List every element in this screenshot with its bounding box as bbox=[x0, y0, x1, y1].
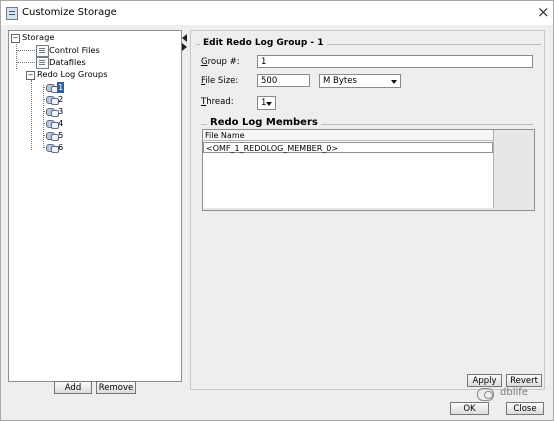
redo-log-groups-collapse-toggle[interactable]: − bbox=[26, 71, 35, 80]
file-name-column-header[interactable]: File Name bbox=[203, 130, 493, 141]
redo-log-group-icon bbox=[46, 142, 59, 153]
tree-item-storage[interactable]: Storage bbox=[22, 32, 54, 43]
redo-log-members-table: File Name <OMF_1_REDOLOG_MEMBER_0> bbox=[202, 129, 535, 211]
thread-select[interactable]: 1 bbox=[257, 96, 276, 110]
tree-item-group-1[interactable]: 1 bbox=[57, 82, 65, 93]
ok-button[interactable]: OK bbox=[450, 402, 489, 415]
remove-button[interactable]: Remove bbox=[96, 381, 136, 394]
tree-item-group-4[interactable]: 4 bbox=[58, 118, 63, 129]
group-number-input[interactable]: 1 bbox=[257, 55, 533, 68]
redo-log-group-icon bbox=[46, 94, 59, 105]
chevron-down-icon bbox=[391, 80, 397, 84]
window-app-icon bbox=[6, 7, 18, 20]
tree-item-group-5[interactable]: 5 bbox=[58, 130, 63, 141]
members-table-area: File Name <OMF_1_REDOLOG_MEMBER_0> bbox=[203, 130, 494, 208]
tree-connector bbox=[31, 80, 32, 150]
apply-button[interactable]: Apply bbox=[467, 374, 502, 387]
thread-label: Thread: bbox=[201, 97, 234, 107]
collapse-left-arrow-icon[interactable] bbox=[182, 34, 187, 42]
redo-log-members-title: Redo Log Members bbox=[207, 117, 321, 128]
storage-tree-panel: − Storage Control Files Datafiles − Redo… bbox=[8, 30, 182, 382]
tree-item-group-6[interactable]: 6 bbox=[58, 142, 63, 153]
close-button[interactable]: Close bbox=[506, 402, 544, 415]
tree-item-redo-log-groups[interactable]: Redo Log Groups bbox=[37, 69, 108, 80]
datafiles-icon bbox=[36, 57, 49, 69]
redo-log-group-icon bbox=[46, 118, 59, 129]
file-size-input[interactable]: 500 bbox=[257, 74, 310, 87]
file-size-unit-select[interactable]: M Bytes bbox=[319, 74, 401, 88]
wechat-watermark: dblife bbox=[477, 387, 547, 403]
table-row[interactable]: <OMF_1_REDOLOG_MEMBER_0> bbox=[203, 142, 493, 153]
expand-right-arrow-icon[interactable] bbox=[182, 43, 187, 51]
tree-item-control-files[interactable]: Control Files bbox=[49, 45, 100, 56]
title-bar: Customize Storage × bbox=[1, 1, 553, 25]
redo-log-group-icon bbox=[46, 130, 59, 141]
window-close-icon[interactable]: × bbox=[537, 5, 550, 20]
tree-item-datafiles[interactable]: Datafiles bbox=[49, 57, 86, 68]
group-number-label: Group #: bbox=[201, 57, 240, 67]
file-size-label: File Size: bbox=[201, 76, 239, 86]
revert-button[interactable]: Revert bbox=[506, 374, 542, 387]
tree-connector bbox=[17, 50, 35, 51]
add-button[interactable]: Add bbox=[54, 381, 92, 394]
tree-item-group-3[interactable]: 3 bbox=[58, 106, 63, 117]
window-title: Customize Storage bbox=[22, 7, 117, 18]
tree-connector bbox=[43, 85, 44, 146]
control-files-icon bbox=[36, 45, 49, 57]
tree-connector bbox=[17, 62, 35, 63]
customize-storage-window: Customize Storage × − Storage Control Fi… bbox=[0, 0, 554, 421]
tree-item-group-2[interactable]: 2 bbox=[58, 94, 63, 105]
redo-log-group-icon bbox=[46, 106, 59, 117]
watermark-text: dblife bbox=[500, 387, 528, 398]
edit-group-title: Edit Redo Log Group - 1 bbox=[200, 38, 327, 48]
chevron-down-icon bbox=[266, 102, 272, 106]
storage-collapse-toggle[interactable]: − bbox=[11, 34, 20, 43]
wechat-icon bbox=[477, 388, 494, 401]
file-size-unit-value: M Bytes bbox=[323, 76, 357, 86]
